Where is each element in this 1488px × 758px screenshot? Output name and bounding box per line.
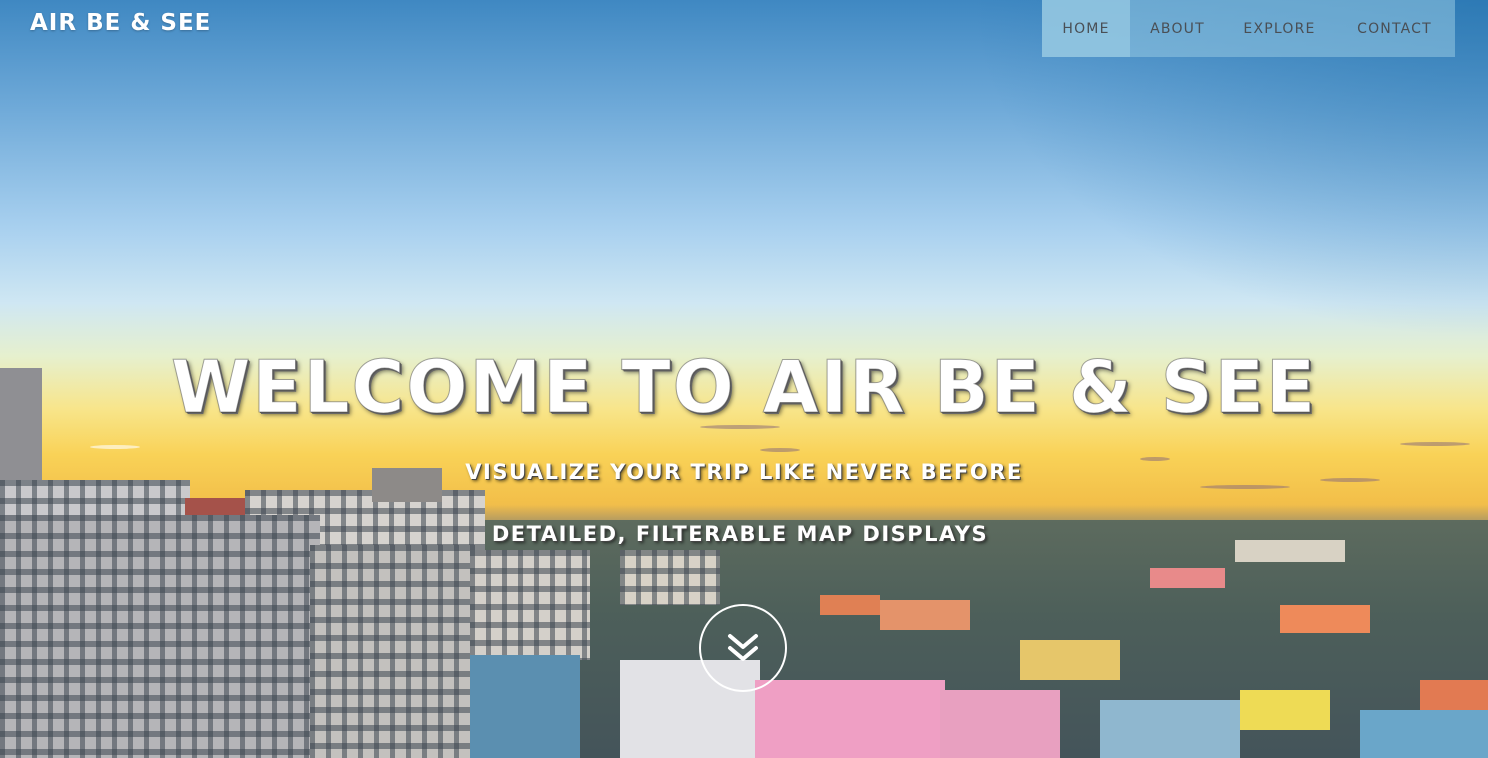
scroll-down-button[interactable]	[699, 604, 787, 692]
nav-about[interactable]: ABOUT	[1130, 0, 1225, 57]
building	[1240, 690, 1330, 730]
cloud	[1200, 485, 1290, 489]
building	[940, 690, 1060, 758]
hero-title: WELCOME TO AIR BE & SEE	[170, 345, 1318, 430]
building	[1280, 605, 1370, 633]
building	[1150, 568, 1225, 588]
building	[470, 550, 590, 660]
building	[1420, 680, 1488, 710]
hero-subtitle-1: VISUALIZE YOUR TRIP LIKE NEVER BEFORE	[465, 460, 1023, 484]
cloud	[90, 445, 140, 449]
cloud	[760, 448, 800, 452]
building	[1020, 640, 1120, 680]
building	[1100, 700, 1240, 758]
building	[620, 550, 720, 605]
building	[755, 680, 945, 758]
building	[880, 600, 970, 630]
nav-contact[interactable]: CONTACT	[1334, 0, 1455, 57]
building	[310, 545, 475, 758]
building	[1360, 710, 1488, 758]
main-nav: HOME ABOUT EXPLORE CONTACT	[1042, 0, 1455, 57]
building	[0, 515, 320, 758]
brand-logo[interactable]: AIR BE & SEE	[30, 10, 211, 36]
cloud	[1400, 442, 1470, 446]
nav-home[interactable]: HOME	[1042, 0, 1130, 57]
hero-subtitle-2: DETAILED, FILTERABLE MAP DISPLAYS	[491, 522, 989, 546]
building	[470, 655, 580, 758]
nav-explore[interactable]: EXPLORE	[1225, 0, 1334, 57]
building	[820, 595, 880, 615]
double-chevron-down-icon	[728, 634, 758, 661]
